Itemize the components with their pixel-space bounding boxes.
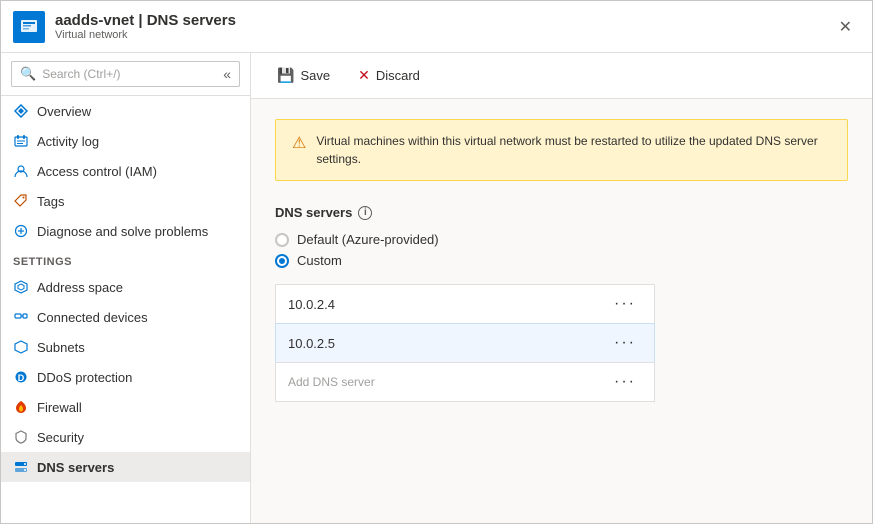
dns-entry-2-more-button[interactable]: ··· [608, 332, 642, 354]
access-control-icon [13, 163, 29, 179]
subnets-label: Subnets [37, 340, 85, 355]
connected-devices-icon [13, 309, 29, 325]
security-icon [13, 429, 29, 445]
ddos-icon: D [13, 369, 29, 385]
connected-devices-label: Connected devices [37, 310, 148, 325]
dns-section-title: DNS servers i [275, 205, 848, 220]
tags-icon [13, 193, 29, 209]
firewall-icon [13, 399, 29, 415]
sidebar-item-overview[interactable]: Overview [1, 96, 250, 126]
radio-default[interactable]: Default (Azure-provided) [275, 232, 848, 247]
toolbar: 💾 Save ✕ Discard [251, 53, 872, 99]
discard-icon: ✕ [358, 67, 370, 84]
sidebar-item-dns-servers[interactable]: DNS servers [1, 452, 250, 482]
sidebar-item-address-space[interactable]: Address space [1, 272, 250, 302]
save-button[interactable]: 💾 Save [271, 63, 336, 88]
dns-entry-1: 10.0.2.4 ··· [275, 284, 655, 323]
add-dns-input[interactable] [288, 375, 608, 389]
sidebar-item-tags[interactable]: Tags [1, 186, 250, 216]
activity-log-label: Activity log [37, 134, 99, 149]
sidebar-item-subnets[interactable]: Subnets [1, 332, 250, 362]
radio-custom-label: Custom [297, 253, 342, 268]
dns-entry-2-value: 10.0.2.5 [288, 336, 335, 351]
panel: ⚠ Virtual machines within this virtual n… [251, 99, 872, 422]
discard-label: Discard [376, 68, 420, 83]
sidebar: 🔍 « Overview Activity log [1, 53, 251, 523]
search-box: 🔍 « [1, 53, 250, 96]
window-subtitle: Virtual network [55, 29, 236, 41]
warning-text: Virtual machines within this virtual net… [316, 132, 831, 168]
sidebar-item-diagnose[interactable]: Diagnose and solve problems [1, 216, 250, 246]
dns-entry-2: 10.0.2.5 ··· [275, 323, 655, 362]
address-space-label: Address space [37, 280, 123, 295]
security-label: Security [37, 430, 84, 445]
diagnose-icon [13, 223, 29, 239]
radio-custom[interactable]: Custom [275, 253, 848, 268]
radio-group: Default (Azure-provided) Custom [275, 232, 848, 268]
sidebar-item-firewall[interactable]: Firewall [1, 392, 250, 422]
close-button[interactable]: ✕ [831, 13, 860, 41]
settings-section-label: Settings [1, 246, 250, 272]
address-space-icon [13, 279, 29, 295]
activity-log-icon [13, 133, 29, 149]
title-bar: aadds-vnet | DNS servers Virtual network… [1, 1, 872, 53]
save-icon: 💾 [277, 67, 294, 84]
sidebar-item-activity-log[interactable]: Activity log [1, 126, 250, 156]
warning-banner: ⚠ Virtual machines within this virtual n… [275, 119, 848, 181]
warning-icon: ⚠ [292, 133, 306, 153]
overview-label: Overview [37, 104, 91, 119]
diagnose-label: Diagnose and solve problems [37, 224, 208, 239]
discard-button[interactable]: ✕ Discard [352, 63, 426, 88]
tags-label: Tags [37, 194, 64, 209]
radio-default-label: Default (Azure-provided) [297, 232, 439, 247]
window-title: aadds-vnet | DNS servers [55, 12, 236, 29]
dns-servers-label: DNS servers [37, 460, 114, 475]
search-icon: 🔍 [20, 66, 36, 82]
sidebar-nav: Overview Activity log Access control (IA… [1, 96, 250, 523]
radio-custom-circle [275, 254, 289, 268]
collapse-button[interactable]: « [223, 66, 231, 82]
info-icon[interactable]: i [358, 206, 372, 220]
ddos-label: DDoS protection [37, 370, 132, 385]
sidebar-item-access-control[interactable]: Access control (IAM) [1, 156, 250, 186]
search-input[interactable] [42, 67, 213, 81]
dns-entry-1-more-button[interactable]: ··· [608, 293, 642, 315]
dns-servers-icon [13, 459, 29, 475]
access-control-label: Access control (IAM) [37, 164, 157, 179]
add-dns-more-button[interactable]: ··· [608, 371, 642, 393]
sidebar-item-ddos[interactable]: D DDoS protection [1, 362, 250, 392]
radio-default-circle [275, 233, 289, 247]
dns-entry-add: ··· [275, 362, 655, 402]
content-area: 💾 Save ✕ Discard ⚠ Virtual machines with… [251, 53, 872, 523]
sidebar-item-connected-devices[interactable]: Connected devices [1, 302, 250, 332]
save-label: Save [300, 68, 330, 83]
app-icon [13, 11, 45, 43]
firewall-label: Firewall [37, 400, 82, 415]
dns-entry-1-value: 10.0.2.4 [288, 297, 335, 312]
sidebar-item-security[interactable]: Security [1, 422, 250, 452]
subnets-icon [13, 339, 29, 355]
dns-list: 10.0.2.4 ··· 10.0.2.5 ··· ··· [275, 284, 655, 402]
overview-icon [13, 103, 29, 119]
svg-text:D: D [18, 373, 25, 383]
